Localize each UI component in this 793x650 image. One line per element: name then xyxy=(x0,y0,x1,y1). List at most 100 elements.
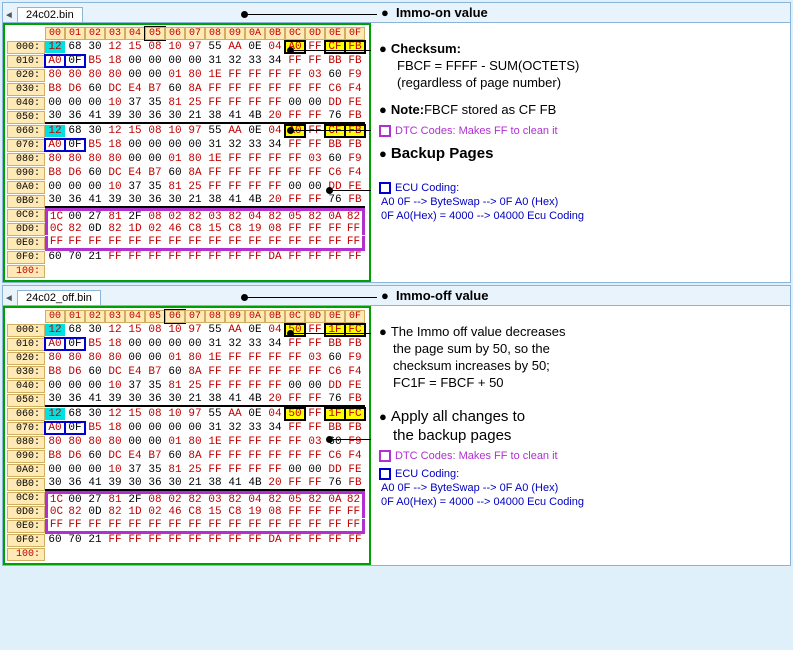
hex-byte[interactable]: FF xyxy=(225,352,245,364)
hex-byte[interactable]: 30 xyxy=(85,324,105,336)
hex-byte[interactable]: FF xyxy=(225,251,245,263)
hex-byte[interactable]: 32 xyxy=(225,55,245,67)
hex-byte[interactable]: 80 xyxy=(105,352,125,364)
hex-byte[interactable]: E4 xyxy=(125,450,145,462)
hex-byte[interactable]: 34 xyxy=(265,422,285,434)
hex-byte[interactable]: E4 xyxy=(125,366,145,378)
hex-byte[interactable]: FF xyxy=(305,236,325,251)
file-tab[interactable]: 24c02.bin xyxy=(17,7,83,22)
hex-byte[interactable]: FF xyxy=(225,181,245,193)
hex-byte[interactable]: FB xyxy=(345,41,365,53)
hex-byte[interactable]: 10 xyxy=(165,408,185,420)
hex-byte[interactable]: 20 xyxy=(265,393,285,407)
hex-byte[interactable]: 82 xyxy=(305,491,325,506)
hex-byte[interactable]: 41 xyxy=(85,194,105,208)
hex-byte[interactable]: 03 xyxy=(305,436,325,448)
hex-byte[interactable]: CF xyxy=(325,41,345,53)
hex-byte[interactable]: 38 xyxy=(205,477,225,491)
hex-byte[interactable]: 60 xyxy=(165,83,185,95)
hex-byte[interactable]: FC xyxy=(345,324,365,336)
hex-byte[interactable]: 82 xyxy=(345,208,365,223)
hex-byte[interactable]: 81 xyxy=(105,208,125,223)
hex-byte[interactable]: 80 xyxy=(45,352,65,364)
hex-byte[interactable]: D6 xyxy=(65,167,85,179)
hex-byte[interactable]: FF xyxy=(325,236,345,251)
hex-byte[interactable]: 00 xyxy=(125,139,145,151)
hex-byte[interactable]: 37 xyxy=(125,464,145,476)
hex-byte[interactable]: FF xyxy=(265,352,285,364)
hex-byte[interactable]: 15 xyxy=(125,324,145,336)
hex-byte[interactable]: FF xyxy=(285,366,305,378)
hex-byte[interactable]: 41 xyxy=(85,110,105,124)
hex-byte[interactable]: FF xyxy=(205,450,225,462)
hex-byte[interactable]: F4 xyxy=(345,450,365,462)
hex-byte[interactable]: 80 xyxy=(65,153,85,165)
hex-byte[interactable]: 80 xyxy=(185,352,205,364)
hex-byte[interactable]: C6 xyxy=(325,450,345,462)
hex-byte[interactable]: 76 xyxy=(325,393,345,407)
hex-byte[interactable]: 18 xyxy=(105,338,125,350)
hex-byte[interactable]: FF xyxy=(225,97,245,109)
hex-byte[interactable]: 08 xyxy=(265,506,285,518)
hex-byte[interactable]: 4B xyxy=(245,393,265,407)
hex-byte[interactable]: FF xyxy=(225,236,245,251)
hex-byte[interactable]: FF xyxy=(285,477,305,491)
hex-byte[interactable]: 80 xyxy=(85,436,105,448)
hex-byte[interactable]: 0F xyxy=(65,139,85,151)
hex-byte[interactable]: FF xyxy=(285,534,305,546)
hex-byte[interactable]: 15 xyxy=(125,125,145,137)
hex-byte[interactable]: 10 xyxy=(165,324,185,336)
hex-byte[interactable]: 02 xyxy=(145,223,165,235)
hex-byte[interactable]: DD xyxy=(325,97,345,109)
hex-byte[interactable]: 33 xyxy=(245,422,265,434)
hex-byte[interactable]: 00 xyxy=(165,422,185,434)
hex-byte[interactable]: 80 xyxy=(85,153,105,165)
hex-byte[interactable]: FE xyxy=(345,464,365,476)
hex-byte[interactable]: B7 xyxy=(145,450,165,462)
hex-byte[interactable]: B5 xyxy=(85,139,105,151)
hex-byte[interactable]: 2F xyxy=(125,208,145,223)
hex-byte[interactable]: 97 xyxy=(185,125,205,137)
hex-byte[interactable]: 60 xyxy=(325,69,345,81)
hex-byte[interactable]: FF xyxy=(245,380,265,392)
hex-byte[interactable]: 80 xyxy=(65,436,85,448)
hex-byte[interactable]: FF xyxy=(245,181,265,193)
hex-byte[interactable]: FF xyxy=(285,69,305,81)
tab-scroll-left-icon[interactable]: ◄ xyxy=(3,294,15,305)
hex-byte[interactable]: 70 xyxy=(65,534,85,546)
hex-byte[interactable]: 8A xyxy=(185,366,205,378)
hex-byte[interactable]: 30 xyxy=(45,477,65,491)
hex-byte[interactable]: 25 xyxy=(185,464,205,476)
hex-byte[interactable]: FF xyxy=(305,110,325,124)
hex-byte[interactable]: 04 xyxy=(265,408,285,420)
hex-byte[interactable]: 46 xyxy=(165,223,185,235)
hex-byte[interactable]: B5 xyxy=(85,422,105,434)
hex-byte[interactable]: BB xyxy=(325,422,345,434)
hex-byte[interactable]: FF xyxy=(245,366,265,378)
hex-byte[interactable]: 0E xyxy=(245,41,265,53)
hex-byte[interactable]: FF xyxy=(205,380,225,392)
hex-byte[interactable]: 01 xyxy=(165,436,185,448)
hex-byte[interactable]: A0 xyxy=(45,55,65,67)
hex-byte[interactable]: FF xyxy=(305,519,325,534)
hex-byte[interactable]: 0C xyxy=(45,223,65,235)
hex-byte[interactable]: FF xyxy=(245,236,265,251)
hex-byte[interactable]: 04 xyxy=(245,491,265,506)
hex-byte[interactable]: 38 xyxy=(205,393,225,407)
hex-byte[interactable]: 38 xyxy=(205,110,225,124)
hex-byte[interactable]: FF xyxy=(285,110,305,124)
hex-byte[interactable]: 20 xyxy=(265,477,285,491)
hex-byte[interactable]: E4 xyxy=(125,83,145,95)
hex-byte[interactable]: 00 xyxy=(125,422,145,434)
hex-byte[interactable]: 0D xyxy=(85,506,105,518)
hex-byte[interactable]: 00 xyxy=(145,422,165,434)
hex-byte[interactable]: 0D xyxy=(85,223,105,235)
hex-byte[interactable]: 00 xyxy=(65,208,85,223)
hex-byte[interactable]: 01 xyxy=(165,153,185,165)
hex-byte[interactable]: DC xyxy=(105,167,125,179)
hex-byte[interactable]: 08 xyxy=(145,491,165,506)
hex-byte[interactable]: FF xyxy=(285,436,305,448)
hex-byte[interactable]: 12 xyxy=(45,324,65,336)
hex-byte[interactable]: FF xyxy=(225,436,245,448)
hex-byte[interactable]: 08 xyxy=(145,125,165,137)
